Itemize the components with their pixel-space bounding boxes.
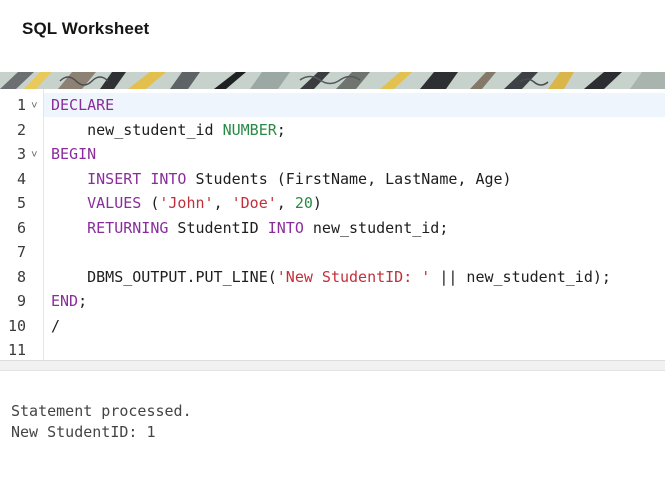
- line-number: 10: [0, 314, 43, 339]
- line-number-text: 7: [16, 243, 26, 261]
- decorative-banner: [0, 72, 665, 89]
- line-number-text: 10: [7, 316, 26, 335]
- output-panel: Statement processed. New StudentID: 1: [0, 371, 665, 497]
- line-number-text: 11: [7, 341, 26, 359]
- code-token: ;: [276, 120, 286, 139]
- code-token: INSERT INTO: [87, 169, 187, 188]
- code-line[interactable]: END;: [51, 289, 87, 314]
- code-editor[interactable]: 1 ˅ DECLARE 2 new_student_id NUMBER; 3 ˅ BEGIN…: [0, 89, 665, 360]
- page-title: SQL Worksheet: [22, 19, 150, 38]
- line-number-text: 6: [16, 218, 26, 237]
- line-number-text: 2: [16, 120, 26, 139]
- editor-output-splitter[interactable]: [0, 360, 665, 371]
- line-number: 3 ˅: [0, 142, 43, 167]
- line-number-text: 3: [16, 145, 26, 163]
- code-token: 20: [294, 194, 313, 212]
- code-token: RETURNING: [87, 218, 169, 237]
- code-token: VALUES: [87, 194, 142, 212]
- code-token: new_student_id: [51, 120, 223, 139]
- code-token: ,: [213, 194, 232, 212]
- code-token: BEGIN: [51, 145, 97, 163]
- code-line[interactable]: new_student_id NUMBER;: [51, 118, 286, 143]
- chevron-down-icon[interactable]: ˅: [31, 143, 38, 168]
- line-number-text: 8: [16, 267, 26, 286]
- code-token: DECLARE: [51, 96, 115, 114]
- code-line[interactable]: DBMS_OUTPUT.PUT_LINE('New StudentID: ' |…: [51, 265, 611, 290]
- code-token: INTO: [267, 218, 304, 237]
- code-line[interactable]: VALUES ('John', 'Doe', 20): [51, 191, 322, 216]
- code-line[interactable]: RETURNING StudentID INTO new_student_id;: [51, 216, 448, 241]
- line-number: 6: [0, 216, 43, 241]
- code-token: 'John': [159, 194, 214, 212]
- line-number-text: 1: [16, 96, 26, 114]
- code-token: Students (FirstName, LastName, Age): [186, 169, 512, 188]
- line-number: 7: [0, 240, 43, 265]
- code-token: ,: [276, 194, 295, 212]
- code-line[interactable]: BEGIN: [51, 142, 96, 167]
- line-number: 4: [0, 167, 43, 192]
- output-line: Statement processed.: [11, 402, 192, 420]
- code-token: ): [312, 194, 322, 212]
- code-line[interactable]: /: [51, 314, 60, 339]
- line-number-text: 5: [16, 194, 26, 212]
- code-token: ;: [78, 292, 88, 310]
- code-token: StudentID: [168, 218, 268, 237]
- code-token: (: [141, 194, 160, 212]
- line-number: 5: [0, 191, 43, 216]
- code-token: NUMBER: [222, 120, 277, 139]
- line-number: 2: [0, 118, 43, 143]
- output-line: New StudentID: 1: [11, 423, 156, 441]
- line-number: 9: [0, 289, 43, 314]
- line-number: 1 ˅: [0, 93, 43, 118]
- code-token: 'New StudentID: ': [276, 267, 431, 286]
- code-token: /: [51, 316, 61, 335]
- line-number: 11: [0, 338, 43, 363]
- worksheet-header: SQL Worksheet: [0, 0, 665, 72]
- line-number-text: 4: [16, 169, 26, 188]
- chevron-down-icon[interactable]: ˅: [31, 94, 38, 119]
- code-token: DBMS_OUTPUT.PUT_LINE(: [51, 267, 277, 286]
- code-token: 'Doe': [231, 194, 277, 212]
- code-line[interactable]: DECLARE: [51, 93, 114, 118]
- code-token: new_student_id;: [303, 218, 449, 237]
- code-token: END: [51, 292, 79, 310]
- code-line[interactable]: INSERT INTO Students (FirstName, LastNam…: [51, 167, 512, 192]
- line-number-text: 9: [16, 292, 26, 310]
- code-token: || new_student_id);: [430, 267, 611, 286]
- line-number: 8: [0, 265, 43, 290]
